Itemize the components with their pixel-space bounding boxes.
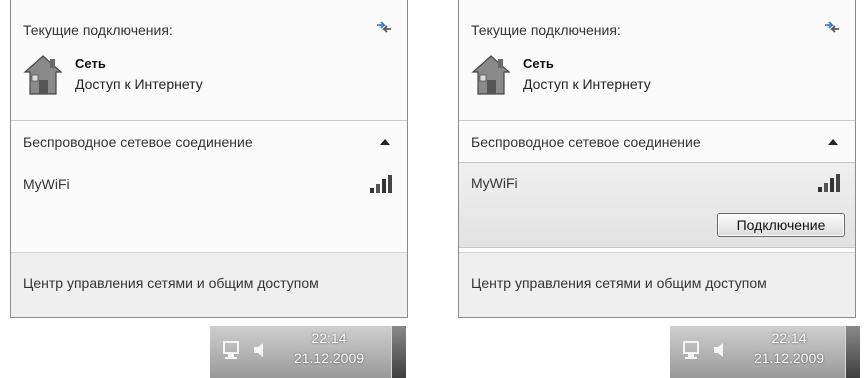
wireless-section-title: Беспроводное сетевое соединение xyxy=(23,134,253,150)
wifi-network-item-selected[interactable]: MyWiFi Подключение xyxy=(459,162,855,248)
chevron-up-icon[interactable] xyxy=(379,136,391,148)
network-access-status: Доступ к Интернету xyxy=(75,76,203,92)
network-center-link[interactable]: Центр управления сетями и общим доступом xyxy=(23,275,319,291)
tray-network-icon[interactable] xyxy=(222,340,242,360)
refresh-icon[interactable] xyxy=(821,16,843,38)
tray-network-icon[interactable] xyxy=(682,340,702,360)
network-flyout: Текущие подключения: Сеть Доступ к Интер… xyxy=(10,0,408,318)
divider xyxy=(11,120,407,121)
network-flyout-panel-expanded: Текущие подключения: Сеть Доступ к Интер… xyxy=(448,0,868,378)
wifi-network-name: MyWiFi xyxy=(471,175,518,191)
network-flyout-panel-collapsed: Текущие подключения: Сеть Доступ к Интер… xyxy=(0,0,420,378)
speaker-icon[interactable] xyxy=(252,340,270,360)
clock-date[interactable]: 21.12.2009 xyxy=(280,350,378,366)
network-name: Сеть xyxy=(75,56,106,71)
taskbar-tray: 22:14 21.12.2009 xyxy=(670,326,860,378)
connect-button[interactable]: Подключение xyxy=(717,213,845,237)
wifi-network-name: MyWiFi xyxy=(23,176,70,192)
clock-time[interactable]: 22:14 xyxy=(280,330,378,346)
show-desktop-button[interactable] xyxy=(391,326,406,378)
clock-time[interactable]: 22:14 xyxy=(740,330,838,346)
house-network-icon xyxy=(471,55,511,95)
wifi-network-item[interactable]: MyWiFi xyxy=(11,164,407,208)
wireless-section-title: Беспроводное сетевое соединение xyxy=(471,134,701,150)
chevron-up-icon[interactable] xyxy=(827,136,839,148)
refresh-icon[interactable] xyxy=(373,16,395,38)
network-access-status: Доступ к Интернету xyxy=(523,76,651,92)
network-flyout: Текущие подключения: Сеть Доступ к Интер… xyxy=(458,0,856,318)
clock-date[interactable]: 21.12.2009 xyxy=(740,350,838,366)
divider xyxy=(459,120,855,121)
house-network-icon xyxy=(23,55,63,95)
show-desktop-button[interactable] xyxy=(845,326,860,378)
current-connections-title: Текущие подключения: xyxy=(471,22,621,38)
speaker-icon[interactable] xyxy=(712,340,730,360)
wifi-signal-icon xyxy=(370,175,392,193)
current-connections-title: Текущие подключения: xyxy=(23,22,173,38)
network-center-link[interactable]: Центр управления сетями и общим доступом xyxy=(471,275,767,291)
taskbar-tray: 22:14 21.12.2009 xyxy=(210,326,406,378)
current-network-item[interactable]: Сеть Доступ к Интернету xyxy=(23,52,393,102)
current-network-item[interactable]: Сеть Доступ к Интернету xyxy=(471,52,841,102)
footer: Центр управления сетями и общим доступом xyxy=(11,252,407,317)
network-name: Сеть xyxy=(523,56,554,71)
wifi-signal-icon xyxy=(818,174,840,192)
footer: Центр управления сетями и общим доступом xyxy=(459,252,855,317)
